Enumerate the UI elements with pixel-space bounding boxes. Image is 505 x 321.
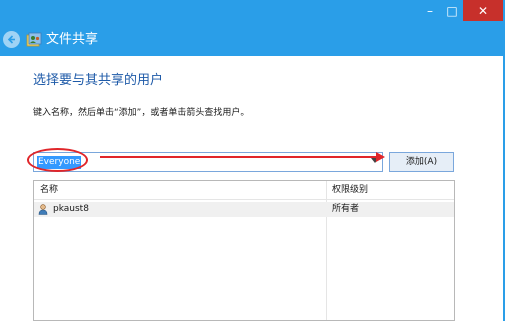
share-wizard-icon (26, 32, 42, 47)
close-button[interactable]: ✕ (463, 0, 503, 21)
instruction-text: 键入名称，然后单击“添加”，或者单击箭头查找用户。 (33, 108, 250, 118)
maximize-button[interactable]: □ (441, 0, 463, 21)
title-bar: – □ ✕ (0, 0, 505, 25)
annotation-ellipse (27, 148, 88, 172)
user-table: 名称 权限级别 pkaust8 所有者 (33, 180, 455, 321)
minimize-button[interactable]: – (419, 0, 441, 21)
section-heading: 选择要与其共享的用户 (33, 73, 164, 88)
column-header-permission[interactable]: 权限级别 (332, 184, 368, 196)
user-name-cell: pkaust8 (53, 204, 89, 214)
column-header-name[interactable]: 名称 (40, 184, 58, 196)
add-button[interactable]: 添加(A) (389, 152, 454, 172)
annotation-arrow-head (376, 152, 385, 162)
page-title: 文件共享 (46, 32, 99, 47)
wizard-header: 文件共享 (0, 25, 505, 56)
user-icon (38, 204, 48, 215)
back-arrow-icon[interactable] (3, 31, 20, 48)
table-row[interactable]: pkaust8 所有者 (34, 202, 454, 217)
annotation-arrow-line (100, 156, 380, 158)
permission-level-cell[interactable]: 所有者 (332, 203, 359, 216)
table-header: 名称 权限级别 (34, 181, 454, 200)
